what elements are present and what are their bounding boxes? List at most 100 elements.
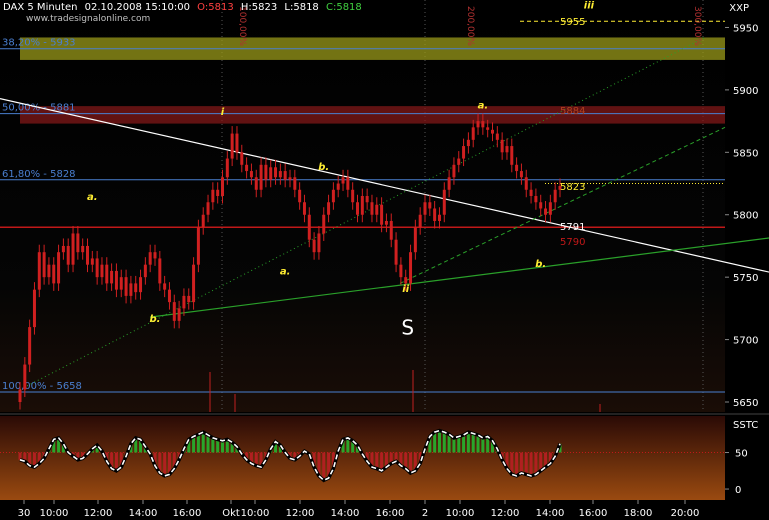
- candle-body: [158, 258, 162, 284]
- candle-body: [288, 177, 292, 180]
- fib-label: 100,00% - 5658: [2, 381, 82, 392]
- timestamp-label: 02.10.2008 15:10:00: [84, 2, 190, 13]
- sstc-label: SSTC: [733, 420, 759, 431]
- fib-label: 61,80% - 5828: [2, 169, 76, 180]
- candle-body: [114, 270, 118, 290]
- extension-label: 300,00%: [692, 6, 702, 46]
- candle-body: [486, 127, 490, 130]
- candle-body: [394, 239, 398, 265]
- candle-body: [216, 189, 220, 197]
- price-tick-label: 5750: [733, 273, 758, 284]
- candle-body: [495, 133, 499, 140]
- candle-body: [192, 264, 196, 303]
- candle-body: [428, 202, 432, 209]
- candle-body: [57, 252, 61, 284]
- candle-body: [452, 164, 456, 178]
- candle-body: [466, 139, 470, 147]
- time-tick-label: 14:00: [331, 508, 360, 519]
- candle-body: [66, 245, 70, 265]
- time-tick-label: 16:00: [376, 508, 405, 519]
- candle-body: [389, 220, 393, 240]
- candle-body: [336, 183, 340, 190]
- candle-body: [327, 202, 331, 215]
- price-tick-label: 5800: [733, 211, 758, 222]
- candle-body: [322, 214, 326, 234]
- candle-body: [519, 171, 523, 178]
- fib-label: 38,20% - 5933: [2, 38, 76, 49]
- candle-body: [182, 295, 186, 309]
- candle-body: [365, 196, 369, 203]
- candle-body: [481, 121, 485, 128]
- candle-body: [505, 146, 509, 153]
- candle-body: [384, 220, 388, 225]
- wave-label: ii: [402, 284, 409, 295]
- price-label-5790: 5790: [560, 237, 585, 248]
- candle-body: [134, 283, 138, 293]
- price-tick-label: 5700: [733, 336, 758, 347]
- candle-body: [341, 177, 345, 184]
- candle-body: [548, 202, 552, 215]
- candle-body: [360, 196, 364, 215]
- candle-body: [206, 202, 210, 215]
- price-tick-label: 5900: [733, 86, 758, 97]
- time-tick-label: 16:00: [173, 508, 202, 519]
- candle-body: [307, 214, 311, 240]
- candle-body: [225, 158, 229, 178]
- time-tick-label: 30: [18, 508, 31, 519]
- wave-label-s: S: [401, 316, 414, 340]
- resistance-band: [20, 106, 725, 124]
- candle-body: [28, 327, 32, 365]
- candle-body: [23, 364, 27, 390]
- symbol-label: DAX 5 Minuten: [3, 2, 78, 13]
- candle-body: [399, 264, 403, 278]
- price-tick-label: 5950: [733, 23, 758, 34]
- candle-body: [47, 264, 51, 278]
- wave-label: b.: [318, 162, 329, 173]
- candle-body: [404, 277, 408, 284]
- price-chart: 38,20% - 5933 50,00% - 5881 61,80% - 5828 1…: [0, 0, 769, 520]
- candle-body: [500, 139, 504, 153]
- wave-label: a.: [478, 101, 489, 112]
- candle-body: [119, 277, 123, 290]
- candle-body: [18, 389, 22, 403]
- extension-label: 200,00%: [465, 6, 475, 46]
- candle-body: [105, 264, 109, 284]
- candle-body: [462, 146, 466, 159]
- candle-body: [254, 177, 258, 190]
- candle-body: [167, 289, 171, 303]
- candle-body: [471, 127, 475, 140]
- candle-body: [81, 245, 85, 253]
- candle-body: [129, 283, 133, 296]
- candle-body: [553, 189, 557, 203]
- candle-body: [418, 214, 422, 228]
- wave-label: a.: [87, 192, 98, 203]
- candle-body: [153, 252, 157, 259]
- oscillator-panel-bg: [0, 416, 725, 500]
- candle-body: [86, 245, 89, 265]
- time-tick-label: 2: [422, 508, 428, 519]
- wave-label: iii: [584, 1, 595, 12]
- candle-body: [491, 129, 494, 134]
- osc-tick-label: 0: [735, 485, 741, 496]
- candle-body: [143, 264, 147, 278]
- price-label-5791: 5791: [560, 222, 585, 233]
- candle-body: [539, 202, 543, 209]
- candle-body: [351, 189, 355, 203]
- candle-body: [42, 252, 46, 278]
- candle-body: [110, 270, 114, 284]
- candle-body: [476, 121, 480, 128]
- candle-body: [375, 204, 379, 215]
- candle-body: [245, 164, 249, 172]
- candle-body: [230, 133, 234, 159]
- fib-label: 50,00% - 5881: [2, 103, 76, 114]
- high-label: H:5823: [240, 2, 278, 13]
- candle-body: [201, 214, 205, 228]
- low-label: L:5818: [284, 2, 319, 13]
- price-label-5955: 5955: [560, 17, 585, 28]
- candle-body: [423, 202, 427, 215]
- time-tick-label: 10:00: [40, 508, 69, 519]
- time-tick-label: 10:00: [446, 508, 475, 519]
- candle-body: [293, 177, 297, 190]
- time-tick-label: 10:00: [241, 508, 270, 519]
- price-axis-bg: [725, 0, 769, 520]
